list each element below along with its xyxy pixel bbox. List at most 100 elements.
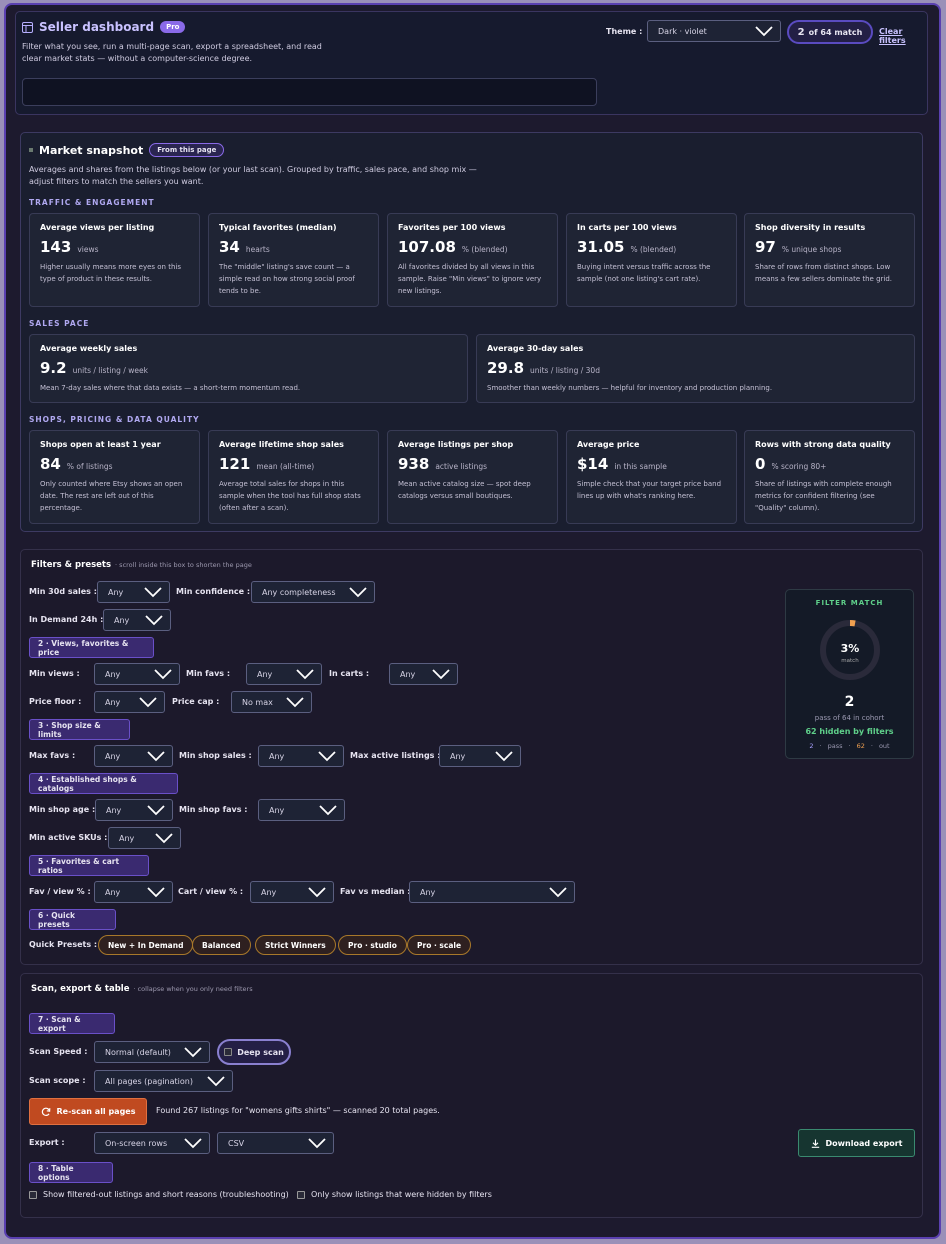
select-value: Normal (default)	[105, 1047, 171, 1057]
chevron-down-icon	[144, 587, 162, 598]
metric-value-row: $14 in this sample	[577, 455, 726, 473]
pass-count: 2	[809, 742, 814, 750]
min-favs-select[interactable]: Any	[246, 663, 322, 685]
select-value: Any	[106, 805, 122, 815]
deep-scan-toggle[interactable]: Deep scan	[217, 1039, 291, 1065]
select-value: Any	[261, 887, 277, 897]
clear-filters-link[interactable]: Clear filters	[879, 27, 927, 45]
metric-unit: % unique shops	[781, 245, 842, 254]
search-input[interactable]	[22, 78, 597, 106]
min-shop-sales-select[interactable]: Any	[258, 745, 344, 767]
min-shop-age-label: Min shop age :	[29, 805, 96, 814]
select-value: Any	[105, 697, 121, 707]
section-shop-size-button[interactable]: 3 · Shop size & limits	[29, 719, 130, 740]
export-format-select[interactable]: CSV	[217, 1132, 334, 1154]
metric-description: Mean 7-day sales where that data exists …	[40, 384, 301, 392]
section-scan-export-button[interactable]: 7 · Scan & export	[29, 1013, 115, 1034]
export-rows-select[interactable]: On-screen rows	[94, 1132, 210, 1154]
out-label: out	[878, 742, 890, 750]
min-active-skus-select[interactable]: Any	[108, 827, 181, 849]
section-quick-presets-button[interactable]: 6 · Quick presets	[29, 909, 116, 930]
min-confidence-label: Min confidence :	[176, 587, 251, 596]
metric-value-row: 0 % scoring 80+	[755, 455, 904, 473]
section-established-shops-button[interactable]: 4 · Established shops & catalogs	[29, 773, 178, 794]
metric-card-sales: Average 30-day sales 29.8 units / listing …	[476, 334, 915, 403]
only-hidden-checkbox[interactable]	[297, 1190, 305, 1199]
scan-scope-label: Scan scope :	[29, 1076, 86, 1085]
select-value: Any	[105, 887, 121, 897]
sep-dot: ·	[819, 742, 822, 750]
metric-description: The "middle" listing's save count — a si…	[219, 263, 355, 295]
metric-value: 0	[755, 455, 766, 473]
scan-speed-select[interactable]: Normal (default)	[94, 1041, 210, 1063]
cohort-text: pass of 64 in cohort	[814, 714, 885, 722]
in-carts-select[interactable]: Any	[389, 663, 458, 685]
theme-select[interactable]: Dark · violet	[647, 20, 781, 42]
metric-value-row: 107.08 % (blended)	[398, 238, 547, 256]
metric-description: Only counted where Etsy shows an open da…	[40, 480, 183, 512]
price-floor-label: Price floor :	[29, 697, 82, 706]
min-30d-sales-select[interactable]: Any	[97, 581, 170, 603]
preset-button[interactable]: Balanced	[192, 935, 251, 955]
section-fav-cart-ratios-button[interactable]: 5 · Favorites & cart ratios	[29, 855, 149, 876]
cart-view-select[interactable]: Any	[250, 881, 334, 903]
chevron-down-icon	[432, 669, 450, 680]
preset-button[interactable]: Pro · scale	[407, 935, 472, 955]
preset-button[interactable]: New + In Demand	[98, 935, 194, 955]
metric-unit: active listings	[435, 462, 488, 471]
dashboard-icon	[22, 21, 33, 33]
fav-view-select[interactable]: Any	[94, 881, 173, 903]
min-shop-age-select[interactable]: Any	[95, 799, 173, 821]
sep-dot: ·	[848, 742, 851, 750]
metric-card-traffic: Shop diversity in results 97 % unique shop…	[744, 213, 915, 307]
chevron-down-icon	[755, 26, 773, 37]
snapshot-header: Market snapshot From this page	[29, 143, 225, 157]
min-confidence-select[interactable]: Any completeness	[251, 581, 375, 603]
max-favs-select[interactable]: Any	[94, 745, 173, 767]
pro-badge: Pro	[160, 21, 186, 33]
scan-scope-select[interactable]: All pages (pagination)	[94, 1070, 233, 1092]
bullet-icon	[29, 148, 33, 152]
max-active-listings-select[interactable]: Any	[439, 745, 521, 767]
market-snapshot-panel: Market snapshot From this page Averages …	[20, 132, 923, 532]
donut-match-word: match	[841, 658, 859, 664]
price-cap-select[interactable]: No max	[231, 691, 312, 713]
price-floor-select[interactable]: Any	[94, 691, 165, 713]
in-demand-select[interactable]: Any	[103, 609, 171, 631]
show-filtered-out-checkbox[interactable]	[29, 1190, 37, 1199]
min-shop-favs-label: Min shop favs :	[179, 805, 248, 814]
metric-card-traffic: Typical favorites (median) 34 hearts The "m…	[208, 213, 379, 307]
metric-title: Typical favorites (median)	[219, 223, 337, 232]
section-table-options-button[interactable]: 8 · Table options	[29, 1162, 113, 1183]
chevron-down-icon	[318, 751, 336, 762]
metric-card-traffic: Favorites per 100 views 107.08 % (blended)…	[387, 213, 558, 307]
metric-value-row: 938 active listings	[398, 455, 547, 473]
min-favs-label: Min favs :	[186, 669, 231, 678]
metric-card-shops: Shops open at least 1 year 84 % of listing…	[29, 430, 200, 524]
download-export-button[interactable]: Download export	[798, 1129, 915, 1157]
select-value: On-screen rows	[105, 1138, 168, 1148]
metric-description: Share of listings with complete enough m…	[755, 480, 892, 512]
preset-button[interactable]: Strict Winners	[255, 935, 336, 955]
min-views-select[interactable]: Any	[94, 663, 180, 685]
deep-scan-label: Deep scan	[237, 1047, 284, 1057]
select-value: Any	[105, 751, 121, 761]
chevron-down-icon	[495, 751, 513, 762]
rescan-button[interactable]: Re-scan all pages	[29, 1098, 147, 1125]
download-label: Download export	[825, 1138, 903, 1148]
section-views-favorites-price-button[interactable]: 2 · Views, favorites & price	[29, 637, 154, 658]
deep-scan-checkbox[interactable]	[224, 1048, 233, 1056]
theme-label: Theme :	[606, 27, 643, 36]
metric-value: 31.05	[577, 238, 625, 256]
header-panel: Seller dashboard Pro Filter what you see…	[15, 11, 928, 115]
scan-speed-label: Scan Speed :	[29, 1047, 88, 1056]
match-number: 2	[844, 694, 855, 710]
preset-button[interactable]: Pro · studio	[338, 935, 407, 955]
scan-header: Scan, export & table · collapse when you …	[31, 984, 253, 994]
fav-vs-median-select[interactable]: Any	[409, 881, 575, 903]
select-value: Any	[257, 669, 273, 679]
min-shop-favs-select[interactable]: Any	[258, 799, 345, 821]
only-hidden-option[interactable]: Only show listings that were hidden by f…	[297, 1190, 492, 1199]
show-filtered-out-option[interactable]: Show filtered-out listings and short rea…	[29, 1190, 289, 1199]
theme-value: Dark · violet	[658, 26, 707, 36]
